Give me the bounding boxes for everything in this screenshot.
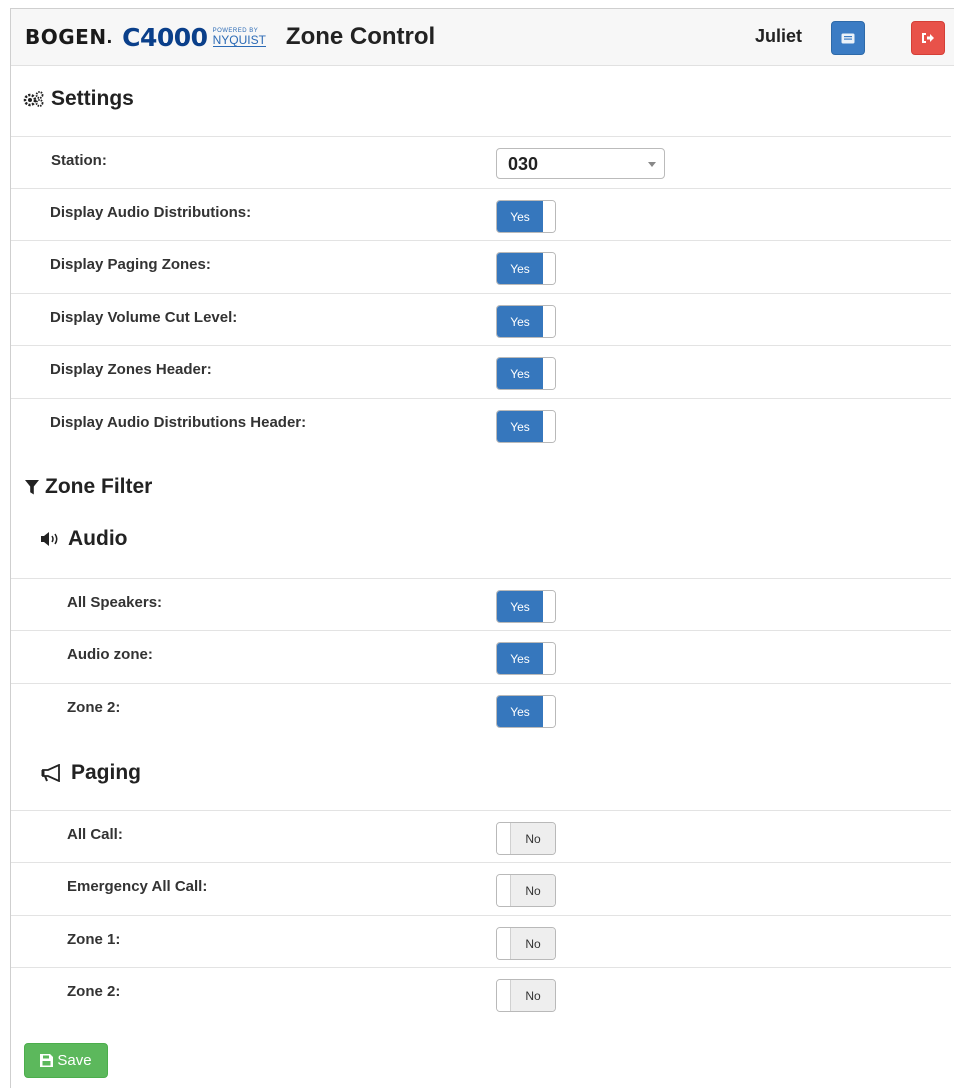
audio-zone-label: All Speakers: bbox=[67, 594, 163, 611]
audio-zone-label: Zone 2: bbox=[67, 699, 121, 716]
brand-nyquist-text: NYQUIST bbox=[212, 32, 266, 47]
setting-label: Display Volume Cut Level: bbox=[50, 309, 238, 326]
station-row: Station: 030 bbox=[11, 136, 951, 188]
audio-zone-row: Zone 2: Yes bbox=[11, 683, 951, 735]
toggle-knob bbox=[497, 980, 511, 1011]
toggle-knob bbox=[497, 928, 511, 959]
toggle-on-label: Yes bbox=[497, 643, 543, 674]
floppy-disk-icon bbox=[40, 1054, 54, 1067]
audio-zone-toggle[interactable]: Yes bbox=[496, 642, 556, 675]
display-audio-distributions-toggle[interactable]: Yes bbox=[496, 200, 556, 233]
toggle-knob bbox=[543, 696, 555, 727]
audio-heading: Audio bbox=[40, 527, 127, 551]
display-zones-header-toggle[interactable]: Yes bbox=[496, 357, 556, 390]
audio-zone-2-toggle[interactable]: Yes bbox=[496, 695, 556, 728]
audio-zone-label: Audio zone: bbox=[67, 646, 153, 663]
audio-zone-row: Audio zone: Yes bbox=[11, 630, 951, 682]
save-button[interactable]: Save bbox=[24, 1043, 108, 1078]
setting-row: Display Audio Distributions Header: Yes bbox=[11, 398, 951, 450]
paging-zone-1-toggle[interactable]: No bbox=[496, 927, 556, 960]
audio-title: Audio bbox=[68, 527, 128, 550]
setting-label: Display Paging Zones: bbox=[50, 256, 211, 273]
user-name: Juliet bbox=[755, 26, 803, 46]
display-audio-distributions-header-toggle[interactable]: Yes bbox=[496, 410, 556, 443]
zone-filter-heading: Zone Filter bbox=[25, 475, 152, 499]
toggle-on-label: Yes bbox=[497, 306, 543, 337]
station-select[interactable]: 030 bbox=[496, 148, 665, 179]
paging-zone-label: Zone 1: bbox=[67, 931, 121, 948]
paging-title: Paging bbox=[71, 761, 142, 784]
message-button[interactable] bbox=[831, 21, 865, 55]
settings-title: Settings bbox=[51, 87, 134, 110]
logout-icon bbox=[922, 33, 934, 43]
toggle-off-label: No bbox=[511, 928, 555, 959]
settings-heading: Settings bbox=[23, 87, 134, 111]
speaker-icon bbox=[41, 532, 58, 546]
filter-icon bbox=[25, 479, 39, 494]
paging-zone-label: Emergency All Call: bbox=[67, 878, 208, 895]
paging-zone-label: All Call: bbox=[67, 826, 123, 843]
chevron-down-icon bbox=[648, 162, 656, 167]
station-value: 030 bbox=[508, 154, 539, 174]
toggle-knob bbox=[543, 253, 555, 284]
brand-dot: . bbox=[106, 25, 113, 48]
message-icon bbox=[841, 33, 855, 43]
setting-label: Display Audio Distributions: bbox=[50, 204, 252, 221]
toggle-off-label: No bbox=[511, 823, 555, 854]
toggle-knob bbox=[543, 201, 555, 232]
toggle-knob bbox=[497, 875, 511, 906]
audio-zone-row: All Speakers: Yes bbox=[11, 578, 951, 630]
setting-row: Display Audio Distributions: Yes bbox=[11, 188, 951, 240]
paging-zone-row: Zone 2: No bbox=[11, 967, 951, 1019]
display-volume-cut-level-toggle[interactable]: Yes bbox=[496, 305, 556, 338]
paging-zone-row: Emergency All Call: No bbox=[11, 862, 951, 914]
station-label: Station: bbox=[51, 152, 107, 169]
toggle-off-label: No bbox=[511, 875, 555, 906]
toggle-knob bbox=[543, 358, 555, 389]
brand-product: C4000 bbox=[122, 22, 208, 52]
save-label: Save bbox=[57, 1052, 92, 1069]
top-bar: BOGEN. C4000 POWERED BY NYQUIST Zone Con… bbox=[11, 9, 954, 66]
paging-zone-2-toggle[interactable]: No bbox=[496, 979, 556, 1012]
toggle-knob bbox=[543, 591, 555, 622]
setting-row: Display Volume Cut Level: Yes bbox=[11, 293, 951, 345]
paging-heading: Paging bbox=[41, 761, 141, 785]
paging-zone-label: Zone 2: bbox=[67, 983, 121, 1000]
toggle-on-label: Yes bbox=[497, 591, 543, 622]
page-title: Zone Control bbox=[285, 23, 436, 50]
setting-label: Display Zones Header: bbox=[50, 361, 212, 378]
toggle-on-label: Yes bbox=[497, 201, 543, 232]
paging-zone-row: Zone 1: No bbox=[11, 915, 951, 967]
paging-zone-row: All Call: No bbox=[11, 810, 951, 862]
all-speakers-toggle[interactable]: Yes bbox=[496, 590, 556, 623]
toggle-off-label: No bbox=[511, 980, 555, 1011]
setting-label: Display Audio Distributions Header: bbox=[50, 414, 307, 431]
all-call-toggle[interactable]: No bbox=[496, 822, 556, 855]
toggle-on-label: Yes bbox=[497, 696, 543, 727]
toggle-knob bbox=[543, 643, 555, 674]
setting-row: Display Zones Header: Yes bbox=[11, 345, 951, 397]
logout-button[interactable] bbox=[911, 21, 945, 55]
toggle-on-label: Yes bbox=[497, 253, 543, 284]
gears-icon bbox=[23, 91, 44, 107]
setting-row: Display Paging Zones: Yes bbox=[11, 240, 951, 292]
zone-filter-title: Zone Filter bbox=[45, 475, 153, 498]
brand-logo: BOGEN. C4000 POWERED BY NYQUIST Zone Con… bbox=[25, 21, 435, 53]
brand-nyquist: POWERED BY NYQUIST bbox=[212, 28, 266, 47]
brand-bogen: BOGEN bbox=[25, 25, 107, 49]
app-frame: BOGEN. C4000 POWERED BY NYQUIST Zone Con… bbox=[10, 8, 954, 1088]
megaphone-icon bbox=[41, 764, 60, 782]
display-paging-zones-toggle[interactable]: Yes bbox=[496, 252, 556, 285]
toggle-on-label: Yes bbox=[497, 411, 543, 442]
toggle-knob bbox=[497, 823, 511, 854]
emergency-all-call-toggle[interactable]: No bbox=[496, 874, 556, 907]
toggle-knob bbox=[543, 306, 555, 337]
toggle-on-label: Yes bbox=[497, 358, 543, 389]
toggle-knob bbox=[543, 411, 555, 442]
